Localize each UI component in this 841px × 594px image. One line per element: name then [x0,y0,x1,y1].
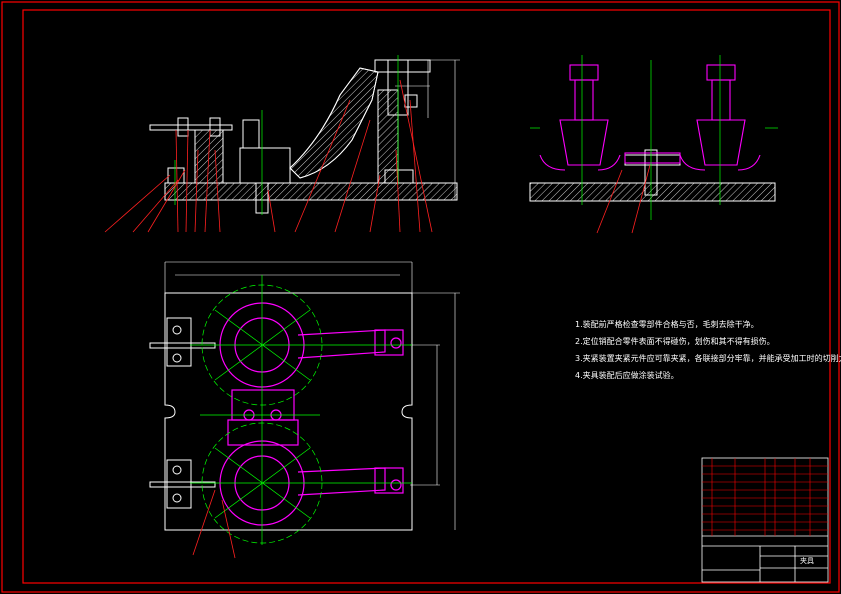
plan-view-base [149,261,460,531]
side-view-parts [539,64,761,171]
plan-view-leaders [192,489,236,559]
technical-requirements: 1.装配前严格检查零部件合格与否，毛刺去除干净。 2.定位销配合零件表面不得碰伤… [575,316,841,384]
requirement-line: 2.定位销配合零件表面不得碰伤，划伤和其不得有损伤。 [575,337,775,346]
inner-frame [22,9,831,584]
plan-view-parts [219,302,404,526]
requirement-line: 3.夹紧装置夹紧元件应可靠夹紧，各联接部分牢靠，并能承受加工时的切削力和振动。 [575,354,841,363]
requirement-line: 1.装配前严格检查零部件合格与否，毛刺去除干净。 [575,320,759,329]
drawing-title: 夹具 [800,557,814,565]
requirement-line: 4.夹具装配后应做涂装试验。 [575,371,679,380]
outer-frame [1,1,840,593]
parts-list-grid [702,458,828,536]
cad-drawing-canvas [1,1,840,593]
